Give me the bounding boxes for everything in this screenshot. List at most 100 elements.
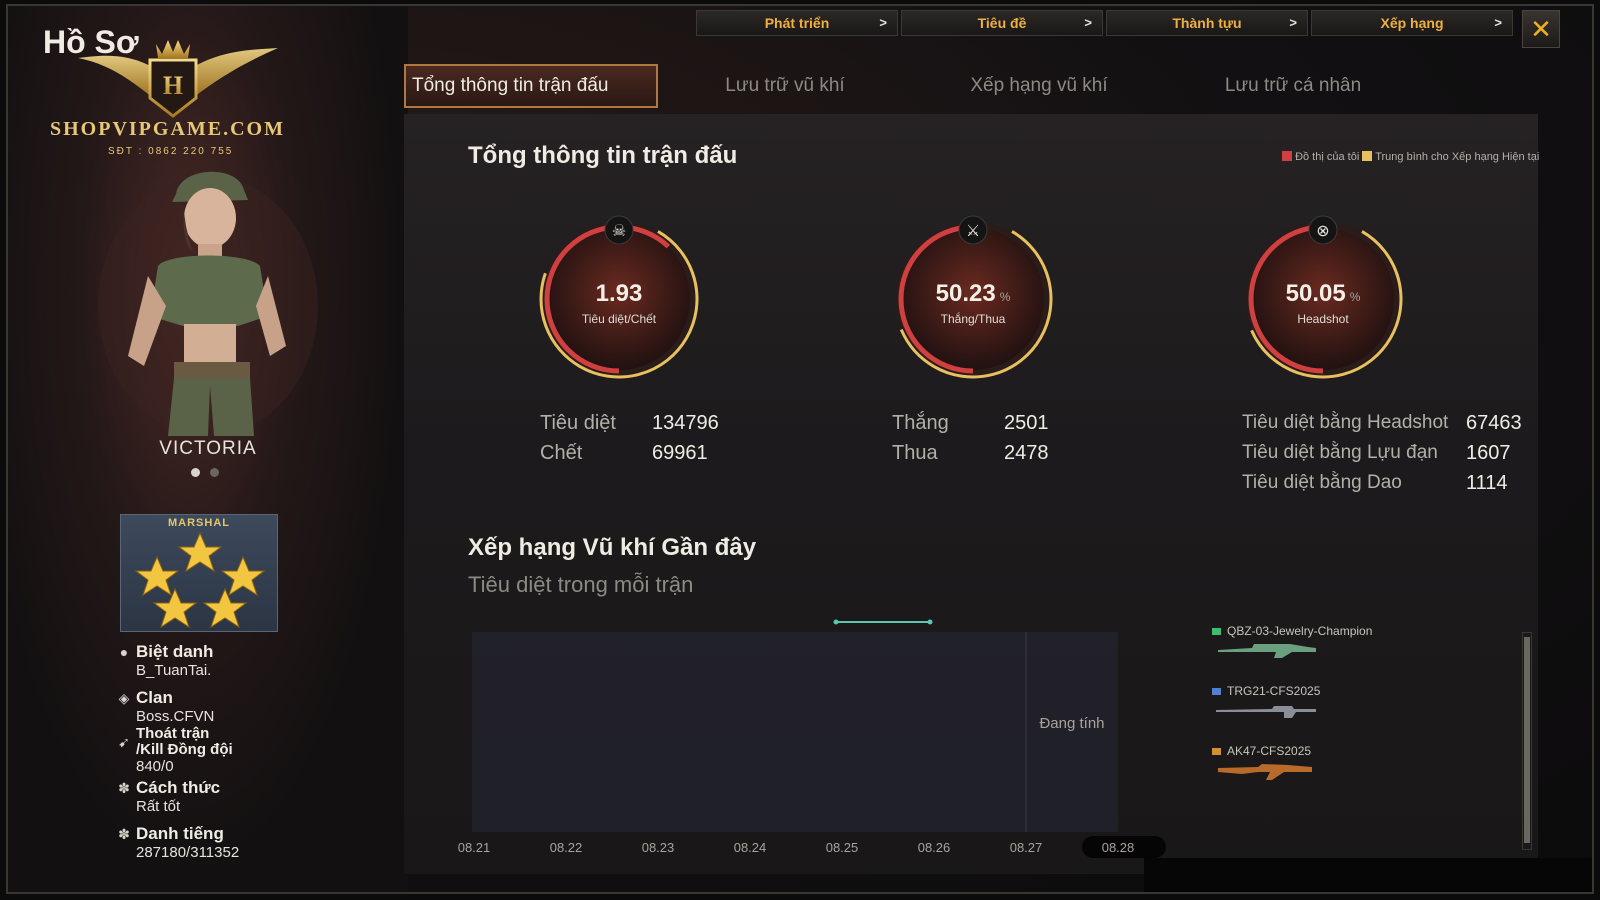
pager-dot-1[interactable] [191,468,200,477]
kill-death-stats: Tiêu diệt 134796 Chết 69961 [540,408,719,468]
x-tick-label: 08.24 [734,840,767,855]
chart-point [927,619,933,625]
gauge-winrate-value: 50.23% [935,280,1011,307]
nickname-value: B_TuanTai. [136,662,212,679]
grenade-label: Tiêu diệt bằng Lựu đạn [1242,442,1438,463]
x-tick-label: 08.28 [1102,840,1135,855]
tab-match-summary[interactable]: Tổng thông tin trận đấu [404,64,658,108]
clan-block: ◈ Clan Boss.CFVN [116,688,215,725]
wins-label: Thắng [892,411,949,434]
chevron-right-icon: > [1084,15,1092,30]
hs-label: Tiêu diệt bằng Headshot [1242,412,1449,433]
page-title: Tổng thông tin trận đấu [468,142,738,169]
gauge-kd-value: 1.93 [595,280,643,307]
recent-subtitle: Tiêu diệt trong mỗi trận [468,572,694,597]
fame-block: ✽ Danh tiếng 287180/311352 [116,824,239,861]
x-tick-label: 08.21 [458,840,491,855]
rank-title: MARSHAL [168,517,230,529]
bottom-corner [1144,858,1592,892]
gauge-kd: ☠ 1.93 Tiêu diệt/Chết [534,214,704,384]
menu-tieu-de[interactable]: Tiêu đề > [901,10,1103,36]
weapon-list-scrollbar[interactable] [1522,632,1532,850]
x-tick-label: 08.27 [1010,840,1043,855]
tab-weapon-archive[interactable]: Lưu trữ vũ khí [658,64,912,108]
clover-icon: ✽ [118,780,130,796]
series-swatch [1212,687,1221,695]
top-menu: Phát triển > Tiêu đề > Thành tựu > Xếp hạng… [696,10,1513,36]
gauge-headshot-value: 50.05% [1285,280,1361,307]
manner-value: Rất tốt [136,798,181,815]
chevron-right-icon: > [1494,15,1502,30]
series-swatch [1212,627,1221,635]
close-icon: ✕ [1530,14,1552,44]
running-icon: ➹ [118,734,130,750]
profile-window: H Hồ Sơ SHOPVIPGAME.COM SĐT : 0862 220 7… [6,4,1594,894]
shop-name: SHOPVIPGAME.COM [50,118,285,140]
deaths-value: 69961 [652,441,708,464]
window-title: Hồ Sơ [43,24,139,60]
target-icon: ⊗ [1316,223,1329,240]
legend-mine-swatch [1282,151,1292,161]
character-pager[interactable] [191,468,219,477]
losses-label: Thua [892,441,938,464]
menu-xep-hang[interactable]: Xếp hạng > [1311,10,1513,36]
x-tick-label: 08.26 [918,840,951,855]
gauge-headshot: ⊗ 50.05% Headshot [1238,214,1408,384]
character-panel: H Hồ Sơ SHOPVIPGAME.COM SĐT : 0862 220 7… [8,6,408,892]
menu-thanh-tuu[interactable]: Thành tựu > [1106,10,1308,36]
kills-label: Tiêu diệt [540,411,616,434]
deaths-label: Chết [540,441,583,464]
chart-x-axis: 08.21 08.22 08.23 08.24 08.25 08.26 08.27 08.28 [458,840,1135,855]
losses-value: 2478 [1004,441,1049,464]
chevron-right-icon: > [879,15,887,30]
clover-icon: ✽ [118,826,130,842]
close-button[interactable]: ✕ [1522,10,1560,48]
gauge-headshot-label: Headshot [1297,312,1349,326]
win-loss-stats: Thắng 2501 Thua 2478 [892,408,1049,468]
recent-weapons-chart: Đang tính 08.21 08.22 08.23 08.24 08.25 08.26… [458,619,1166,858]
weapon-list: QBZ-03-Jewelry-Champion TRG21-CFS2025 AK… [1212,624,1372,804]
recent-title: Xếp hạng Vũ khí Gần đây [468,534,757,561]
chart-plot-area [472,632,1118,832]
x-tick-label: 08.22 [550,840,583,855]
knife-value: 1114 [1466,471,1508,494]
sniper-rifle-icon [1216,706,1316,718]
scrollbar-thumb[interactable] [1524,637,1530,843]
clan-value: Boss.CFVN [136,708,215,725]
skull-icon: ☠ [612,223,626,240]
rank-stars-icon [134,531,266,629]
x-tick-label: 08.23 [642,840,675,855]
pager-dot-2[interactable] [210,468,219,477]
rifle-icon [1218,644,1316,658]
character-portrait [98,171,318,436]
character-name: VICTORIA [159,438,257,459]
weapon-item-1[interactable]: QBZ-03-Jewelry-Champion [1212,624,1372,684]
x-tick-label: 08.25 [826,840,859,855]
clan-shield-icon: ◈ [118,690,130,706]
quit-value: 840/0 [136,758,174,775]
chart-pending-label: Đang tính [1039,715,1104,732]
chevron-right-icon: > [1289,15,1297,30]
gauge-legend: Đồ thị của tôi Trung bình cho Xếp hạng H… [1282,150,1542,164]
grenade-value: 1607 [1466,441,1511,464]
svg-text:H: H [163,71,183,100]
nickname-block: ● Biệt danh B_TuanTai. [116,642,214,679]
chart-point [833,619,839,625]
rank-badge: MARSHAL [120,514,278,632]
person-icon: ● [119,644,129,660]
kills-value: 134796 [652,411,719,434]
legend-avg-swatch [1362,151,1373,161]
gauge-winrate: ⚔ 50.23% Thắng/Thua [888,214,1058,384]
hs-value: 67463 [1466,411,1522,434]
tab-weapon-ranking[interactable]: Xếp hạng vũ khí [912,64,1166,108]
wins-value: 2501 [1004,411,1049,434]
weapon-item-3[interactable]: AK47-CFS2025 [1212,744,1372,804]
gauge-winrate-label: Thắng/Thua [940,312,1006,326]
main-panel: Tổng thông tin trận đấu Đồ thị của tôi T… [404,114,1539,874]
series-swatch [1212,747,1221,755]
tab-personal-archive[interactable]: Lưu trữ cá nhân [1166,64,1420,108]
menu-phat-trien[interactable]: Phát triển > [696,10,898,36]
weapon-item-2[interactable]: TRG21-CFS2025 [1212,684,1372,744]
special-kill-stats: Tiêu diệt bằng Headshot 67463 Tiêu diệt b… [1242,408,1522,498]
gauge-kd-label: Tiêu diệt/Chết [581,312,657,326]
